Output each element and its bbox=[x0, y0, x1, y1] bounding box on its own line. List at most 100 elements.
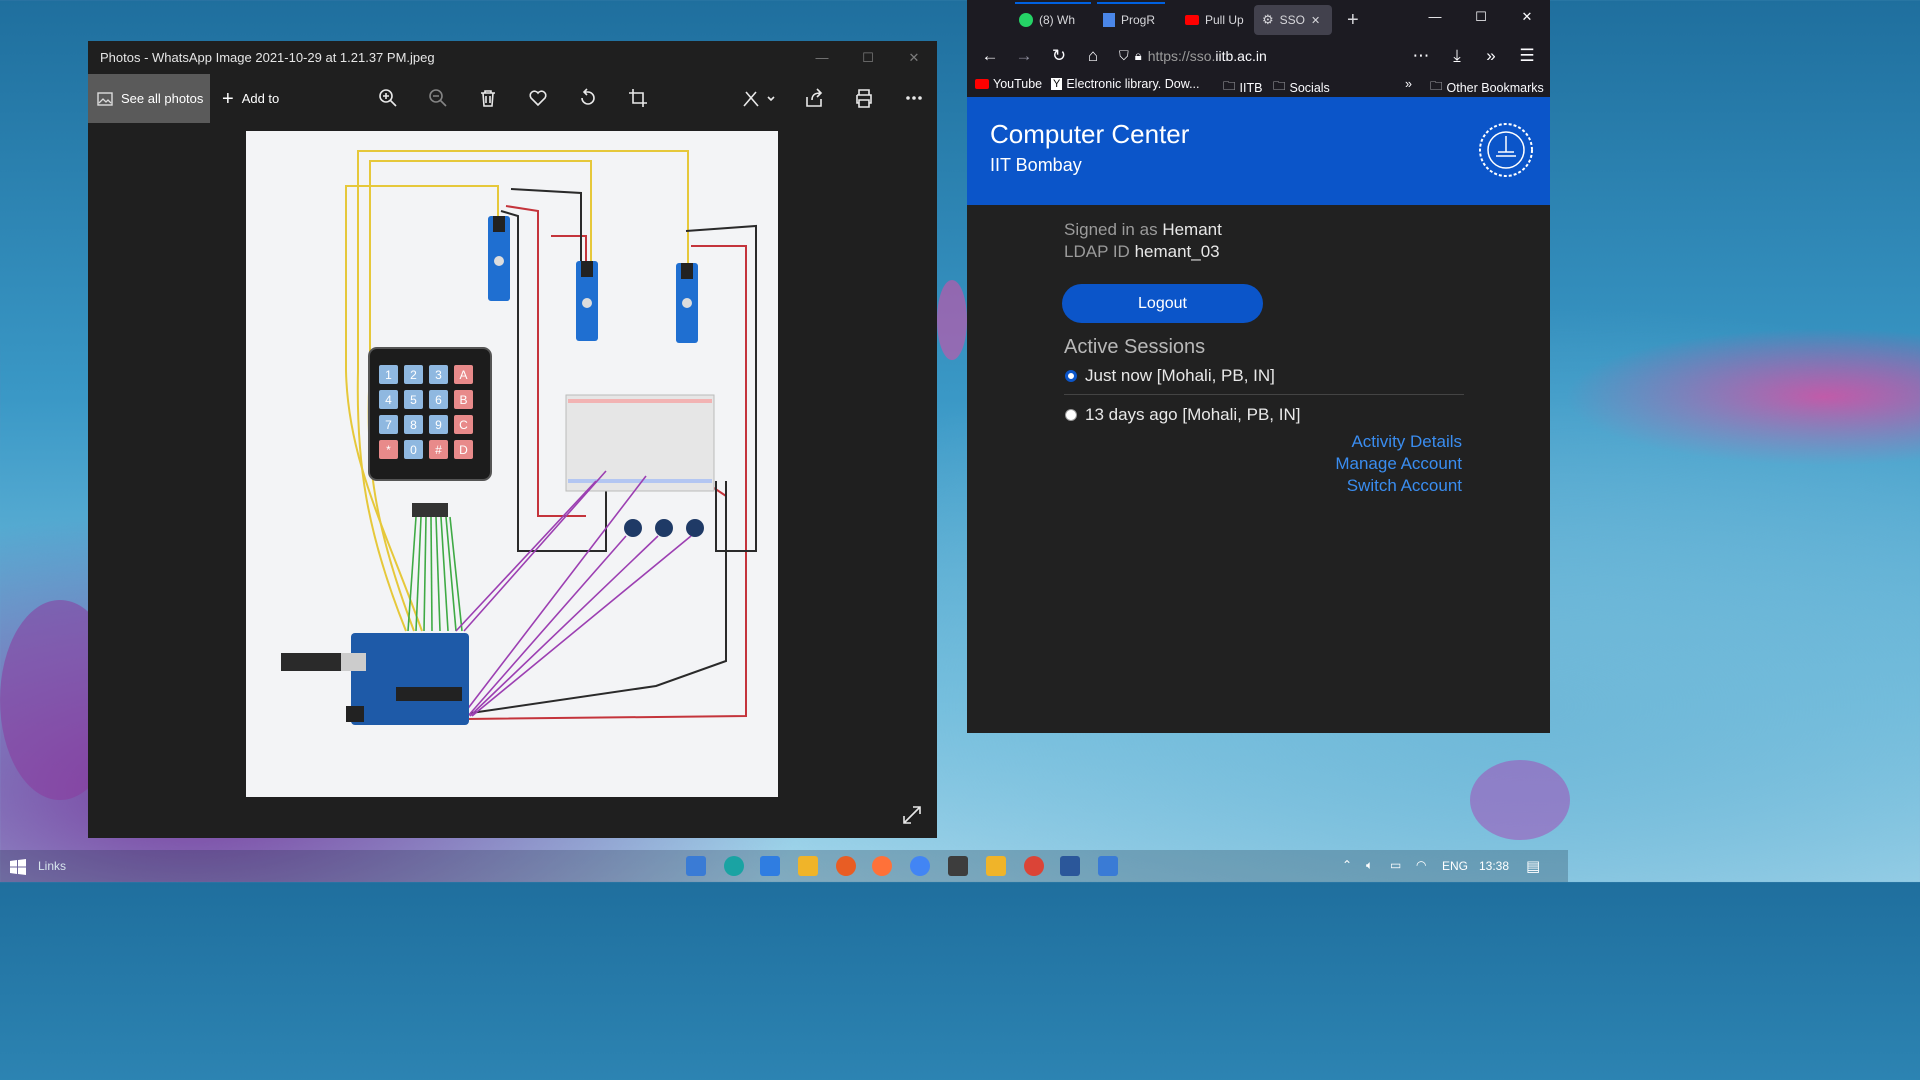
home-icon[interactable]: ⌂ bbox=[1083, 46, 1103, 66]
print-icon[interactable] bbox=[852, 86, 876, 110]
session-current[interactable]: Just now [Mohali, PB, IN] bbox=[1065, 366, 1275, 386]
overflow-icon[interactable]: » bbox=[1481, 46, 1501, 66]
see-all-photos-button[interactable]: See all photos bbox=[88, 74, 210, 123]
heart-icon[interactable] bbox=[526, 86, 550, 110]
edge-icon[interactable] bbox=[724, 856, 744, 876]
fullscreen-icon[interactable] bbox=[901, 804, 923, 826]
share-icon[interactable] bbox=[802, 86, 826, 110]
keypad-key-label: 7 bbox=[385, 418, 392, 432]
maximize-button[interactable]: ☐ bbox=[845, 41, 891, 74]
sso-content: Signed in as Hemant LDAP ID hemant_03 Lo… bbox=[967, 205, 1550, 733]
navigation-bar: ← → ↻ ⌂ ⛉ 🔒︎ https://sso.iitb.ac.in ⋯ ⤓ … bbox=[967, 39, 1550, 73]
keypad-key-label: 6 bbox=[435, 393, 442, 407]
browser-window: (8) Wh ProgR Pull Up ⚙ SSO ✕ + — ☐ ✕ ← →… bbox=[967, 0, 1550, 733]
ubuntu-icon[interactable] bbox=[836, 856, 856, 876]
logout-button[interactable]: Logout bbox=[1062, 284, 1263, 323]
edit-icon[interactable] bbox=[740, 86, 780, 110]
bookmark-electronic-library[interactable]: Y Electronic library. Dow... bbox=[1051, 77, 1200, 91]
close-button[interactable]: ✕ bbox=[891, 41, 937, 74]
page-actions-icon[interactable]: ⋯ bbox=[1411, 46, 1431, 66]
plus-icon: + bbox=[222, 87, 234, 110]
keypad-key-label: 8 bbox=[410, 418, 417, 432]
potentiometers bbox=[624, 519, 704, 537]
volume-icon[interactable]: 🔈︎ bbox=[1366, 858, 1373, 873]
mail-icon[interactable] bbox=[760, 856, 780, 876]
active-sessions-heading: Active Sessions bbox=[1064, 336, 1206, 358]
whatsapp-icon bbox=[1019, 13, 1033, 27]
tab-pull-up[interactable]: Pull Up bbox=[1177, 5, 1257, 35]
bookmark-folder-iitb[interactable]: 🗀 IITB bbox=[1223, 77, 1262, 98]
back-icon[interactable]: ← bbox=[980, 46, 1000, 66]
forward-icon[interactable]: → bbox=[1014, 46, 1034, 66]
photos-icon[interactable] bbox=[1098, 856, 1118, 876]
radio-icon[interactable] bbox=[1065, 409, 1077, 421]
keypad-key-label: # bbox=[435, 443, 442, 457]
desktop-pattern bbox=[1470, 760, 1570, 840]
tab-label: SSO bbox=[1279, 13, 1305, 27]
more-icon[interactable] bbox=[902, 86, 926, 110]
keypad-key-label: 4 bbox=[385, 393, 392, 407]
tab-sso[interactable]: ⚙ SSO ✕ bbox=[1254, 5, 1332, 35]
battery-icon[interactable]: ▭ bbox=[1390, 858, 1401, 872]
menu-icon[interactable]: ☰ bbox=[1517, 46, 1537, 66]
tab-whatsapp[interactable]: (8) Wh bbox=[1011, 5, 1095, 35]
notification-icon[interactable]: ▤ bbox=[1526, 857, 1540, 875]
library-icon: Y bbox=[1051, 78, 1063, 90]
keypad-key-label: * bbox=[386, 443, 391, 457]
chevron-up-icon[interactable]: ⌃ bbox=[1342, 858, 1352, 872]
url-bar[interactable]: ⛉ 🔒︎ https://sso.iitb.ac.in bbox=[1119, 42, 1435, 70]
download-icon[interactable]: ⤓ bbox=[1447, 46, 1467, 66]
new-tab-button[interactable]: + bbox=[1339, 5, 1367, 35]
tab-label: ProgR bbox=[1121, 13, 1156, 27]
taskbar: Links ⌃ 🔈︎ ▭ ◠ ENG 13:38 ▤ bbox=[0, 850, 1568, 882]
store-icon[interactable] bbox=[686, 856, 706, 876]
switch-account-link[interactable]: Switch Account bbox=[1347, 476, 1462, 496]
search-text[interactable]: Links bbox=[38, 859, 66, 873]
zoom-out-icon[interactable] bbox=[426, 86, 450, 110]
bookmark-youtube[interactable]: YouTube bbox=[975, 77, 1042, 91]
keypad-key-label: B bbox=[459, 393, 467, 407]
zoom-in-icon[interactable] bbox=[376, 86, 400, 110]
arduino-board bbox=[281, 633, 469, 725]
close-tab-icon[interactable]: ✕ bbox=[1311, 14, 1320, 27]
wifi-icon[interactable]: ◠ bbox=[1416, 858, 1426, 872]
delete-icon[interactable] bbox=[476, 86, 500, 110]
crop-icon[interactable] bbox=[626, 86, 650, 110]
rotate-icon[interactable] bbox=[576, 86, 600, 110]
folder-icon[interactable] bbox=[986, 856, 1006, 876]
keypad-key-label: 5 bbox=[410, 393, 417, 407]
firefox-icon[interactable] bbox=[872, 856, 892, 876]
close-button[interactable]: ✕ bbox=[1504, 0, 1550, 33]
radio-selected-icon[interactable] bbox=[1065, 370, 1077, 382]
keypad-key-label: A bbox=[459, 368, 467, 382]
word-icon[interactable] bbox=[1060, 856, 1080, 876]
infinity-icon[interactable] bbox=[948, 856, 968, 876]
tab-strip: (8) Wh ProgR Pull Up ⚙ SSO ✕ + — ☐ ✕ bbox=[967, 0, 1550, 39]
divider bbox=[1064, 394, 1464, 395]
bookmark-other-bookmarks[interactable]: 🗀 Other Bookmarks bbox=[1430, 77, 1544, 98]
minimize-button[interactable]: — bbox=[799, 41, 845, 74]
reload-icon[interactable]: ↻ bbox=[1049, 46, 1069, 66]
windows-start-icon[interactable] bbox=[10, 859, 26, 875]
language-indicator[interactable]: ENG bbox=[1442, 859, 1468, 873]
chrome-profile-icon[interactable] bbox=[1024, 856, 1044, 876]
lock-icon: 🔒︎ bbox=[1134, 48, 1142, 63]
page-subtitle: IIT Bombay bbox=[990, 155, 1082, 175]
activity-details-link[interactable]: Activity Details bbox=[1351, 432, 1462, 452]
circuit-diagram: 1 2 3 A 4 5 6 B 7 8 9 C * 0 # D bbox=[281, 150, 757, 725]
site-header: Computer Center IIT Bombay bbox=[967, 97, 1550, 205]
photos-window: Photos - WhatsApp Image 2021-10-29 at 1.… bbox=[88, 41, 937, 838]
session-previous[interactable]: 13 days ago [Mohali, PB, IN] bbox=[1065, 405, 1300, 425]
file-explorer-icon[interactable] bbox=[798, 856, 818, 876]
tab-progress[interactable]: ProgR bbox=[1095, 5, 1171, 35]
bookmarks-overflow-icon[interactable]: » bbox=[1405, 77, 1412, 91]
youtube-icon bbox=[1185, 15, 1199, 25]
minimize-button[interactable]: — bbox=[1412, 0, 1458, 33]
photos-title-bar: Photos - WhatsApp Image 2021-10-29 at 1.… bbox=[88, 41, 937, 74]
chrome-icon[interactable] bbox=[910, 856, 930, 876]
bookmark-folder-socials[interactable]: 🗀 Socials bbox=[1273, 77, 1330, 98]
manage-account-link[interactable]: Manage Account bbox=[1335, 454, 1462, 474]
add-to-button[interactable]: + Add to bbox=[222, 89, 279, 109]
maximize-button[interactable]: ☐ bbox=[1458, 0, 1504, 33]
clock[interactable]: 13:38 bbox=[1479, 859, 1509, 873]
